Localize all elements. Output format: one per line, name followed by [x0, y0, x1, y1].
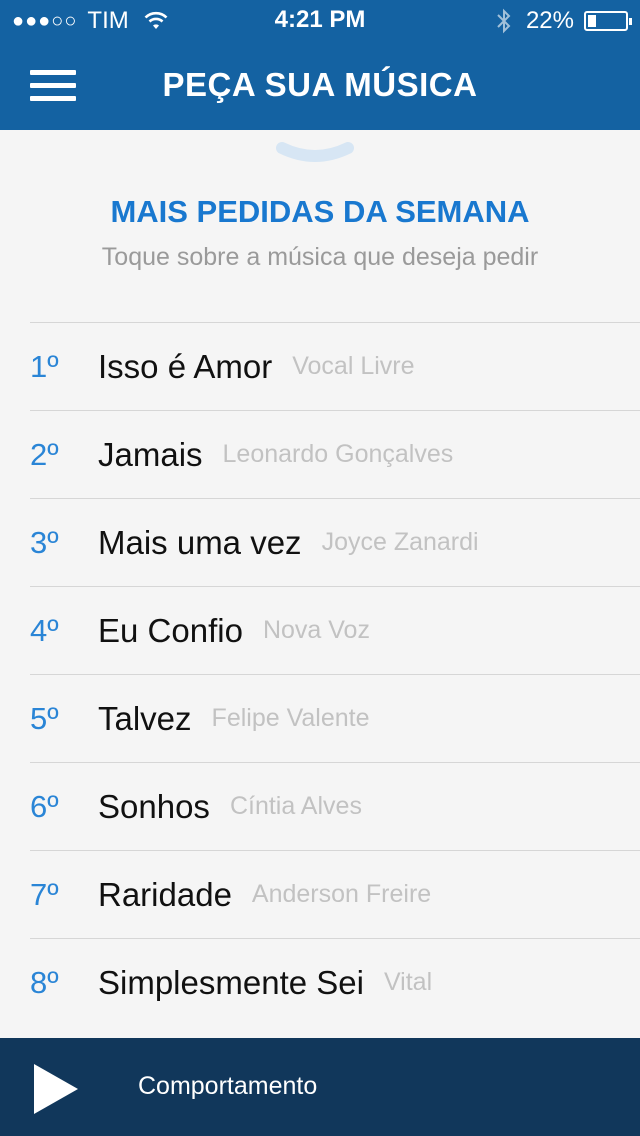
battery-percent: 22% [525, 7, 574, 34]
section-subtitle: Toque sobre a música que deseja pedir [101, 243, 539, 271]
app-header: ●●●○○ TIM 4:21 PM 22% PEÇA SUA MÚSICA [0, 0, 640, 130]
song-rank: 1º [30, 348, 59, 384]
song-row[interactable]: 6º Sonhos Cíntia Alves [30, 762, 640, 850]
song-artist: Vital [383, 968, 433, 996]
battery-level [588, 15, 596, 27]
song-artist: Nova Voz [262, 616, 370, 644]
page-title: PEÇA SUA MÚSICA [162, 66, 478, 103]
battery-icon [584, 11, 632, 31]
song-artist: Anderson Freire [251, 880, 432, 908]
status-bar: ●●●○○ TIM 4:21 PM 22% [0, 0, 640, 40]
song-title: Simplesmente Sei [98, 963, 364, 1001]
song-rank: 5º [30, 700, 59, 736]
section-title: MAIS PEDIDAS DA SEMANA [110, 194, 530, 229]
song-rank: 4º [30, 612, 59, 648]
song-rank: 2º [30, 436, 59, 472]
song-title: Eu Confio [98, 611, 243, 649]
play-icon[interactable] [34, 1064, 78, 1114]
song-row[interactable]: 4º Eu Confio Nova Voz [30, 586, 640, 674]
song-artist: Felipe Valente [211, 704, 370, 732]
song-title: Raridade [98, 875, 232, 913]
song-row[interactable]: 3º Mais uma vez Joyce Zanardi [30, 498, 640, 586]
song-rank: 3º [30, 524, 59, 560]
song-title: Isso é Amor [98, 347, 273, 385]
player-bar: Comportamento [0, 1038, 640, 1136]
now-playing-title: Comportamento [138, 1072, 318, 1100]
song-row[interactable]: 1º Isso é Amor Vocal Livre [30, 322, 640, 410]
song-row[interactable]: 7º Raridade Anderson Freire [30, 850, 640, 938]
song-title: Jamais [98, 435, 203, 473]
song-title: Mais uma vez [98, 523, 302, 561]
song-artist: Joyce Zanardi [321, 528, 479, 556]
bluetooth-icon [497, 8, 511, 34]
song-title: Talvez [98, 699, 192, 737]
song-artist: Leonardo Gonçalves [222, 440, 454, 468]
status-right: 22% [496, 7, 632, 35]
song-list: 1º Isso é Amor Vocal Livre 2º Jamais Leonardo… [30, 322, 640, 1026]
song-rank: 7º [30, 876, 59, 912]
song-rank: 8º [30, 964, 59, 1000]
song-row[interactable]: 5º Talvez Felipe Valente [30, 674, 640, 762]
song-row[interactable]: 2º Jamais Leonardo Gonçalves [30, 410, 640, 498]
song-artist: Cíntia Alves [229, 792, 362, 820]
song-artist: Vocal Livre [292, 352, 415, 380]
pull-down-handle-icon[interactable] [276, 140, 354, 166]
song-row[interactable]: 8º Simplesmente Sei Vital [30, 938, 640, 1026]
song-title: Sonhos [98, 787, 210, 825]
song-rank: 6º [30, 788, 59, 824]
